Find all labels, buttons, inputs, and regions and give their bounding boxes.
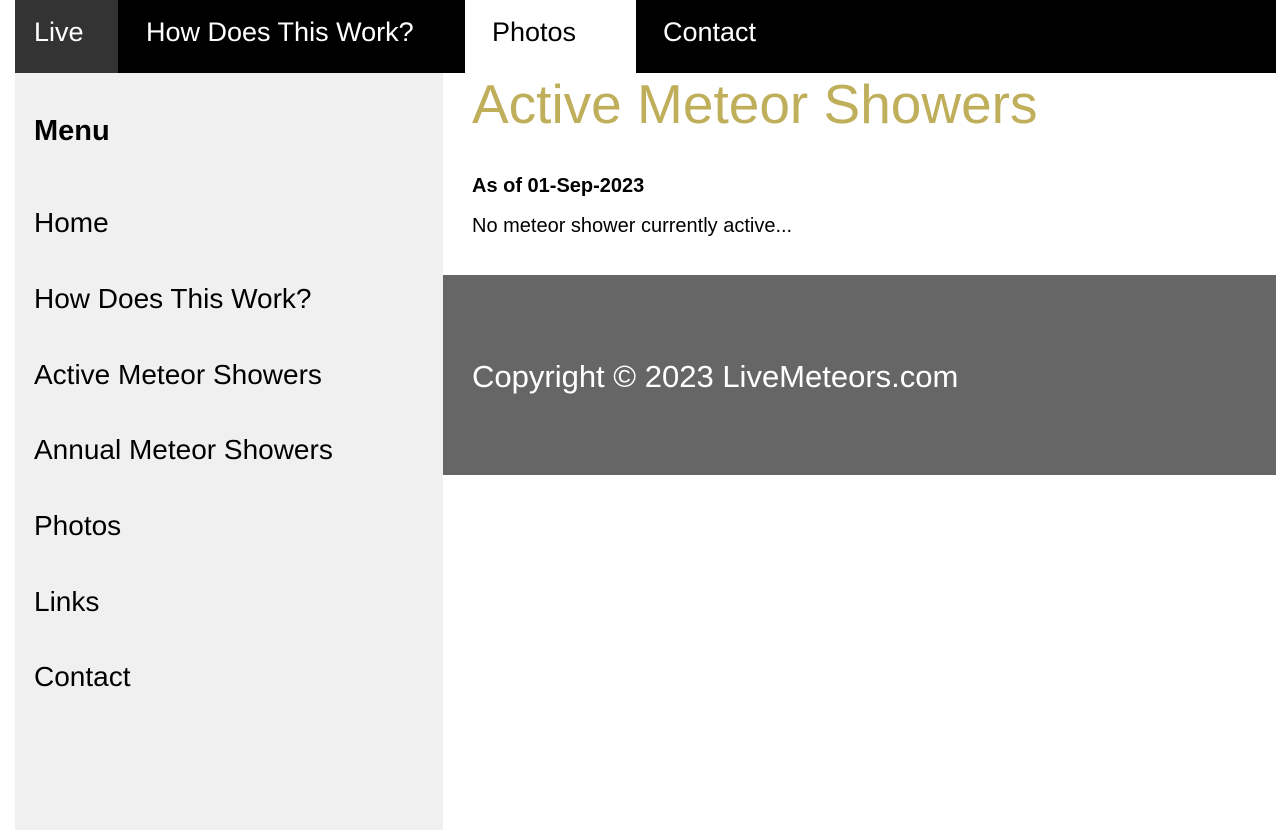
sidebar-item-how-does-this-work[interactable]: How Does This Work? <box>34 283 312 315</box>
as-of-date: As of 01-Sep-2023 <box>472 175 645 197</box>
nav-link-contact[interactable]: Contact <box>636 0 774 73</box>
footer: Copyright © 2023 LiveMeteors.com <box>443 275 1276 475</box>
sidebar-item-home[interactable]: Home <box>34 207 109 239</box>
nav-link-how-does-this-work[interactable]: How Does This Work? <box>118 0 465 73</box>
sidebar-item-photos[interactable]: Photos <box>34 510 121 542</box>
copyright-text: Copyright © 2023 LiveMeteors.com <box>472 359 959 394</box>
sidebar-heading: Menu <box>34 115 110 147</box>
sidebar-item-links[interactable]: Links <box>34 586 99 618</box>
nav-link-photos[interactable]: Photos <box>465 0 636 73</box>
sidebar-item-active-meteor-showers[interactable]: Active Meteor Showers <box>34 359 322 391</box>
page: Live How Does This Work? Photos Contact … <box>0 0 1276 830</box>
page-title: Active Meteor Showers <box>472 73 1038 135</box>
sidebar: Menu Home How Does This Work? Active Met… <box>15 73 443 830</box>
nav-link-live[interactable]: Live <box>15 0 118 73</box>
shower-status-text: No meteor shower currently active... <box>472 215 793 237</box>
top-nav: Live How Does This Work? Photos Contact <box>15 0 1276 73</box>
sidebar-item-contact[interactable]: Contact <box>34 661 131 693</box>
sidebar-item-annual-meteor-showers[interactable]: Annual Meteor Showers <box>34 434 333 466</box>
